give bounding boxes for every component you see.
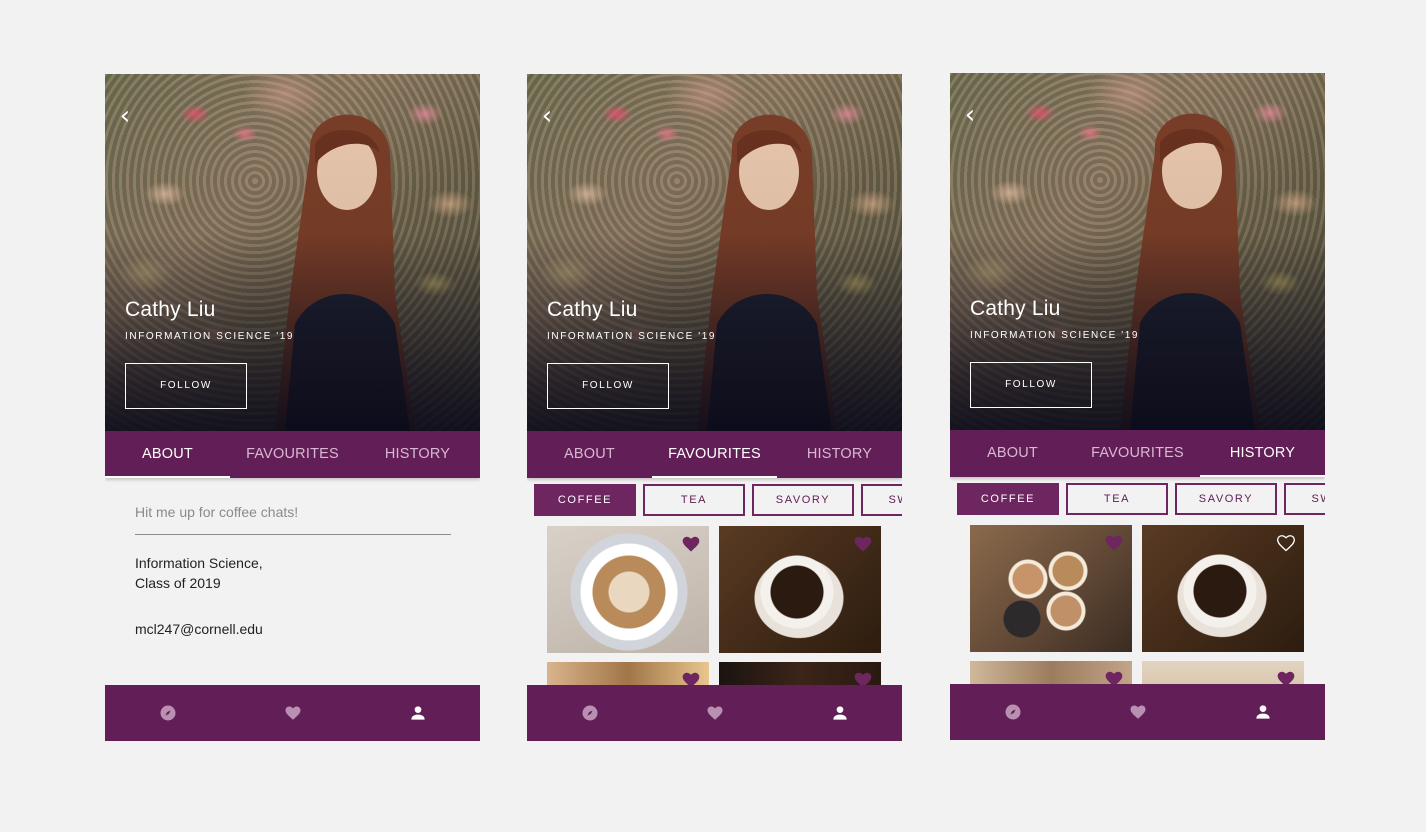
profile-name: Cathy Liu (970, 297, 1061, 320)
person-icon (1255, 705, 1270, 719)
profile-major: INFORMATION SCIENCE '19 (125, 331, 295, 342)
nav-favourites[interactable] (1075, 684, 1200, 740)
back-chevron-icon[interactable]: ‹ (533, 102, 561, 130)
tab-about[interactable]: ABOUT (950, 430, 1075, 477)
profile-screen-about: ‹ Cathy Liu INFORMATION SCIENCE '19 FOLL… (105, 74, 480, 741)
person-icon (410, 706, 425, 720)
nav-explore[interactable] (527, 685, 652, 741)
nav-profile[interactable] (777, 685, 902, 741)
tab-history[interactable]: HISTORY (355, 431, 480, 478)
nav-profile[interactable] (1200, 684, 1325, 740)
nav-explore[interactable] (950, 684, 1075, 740)
chip-coffee[interactable]: COFFEE (534, 484, 636, 516)
chip-savory[interactable]: SAVORY (1175, 483, 1277, 515)
profile-hero: ‹ Cathy Liu INFORMATION SCIENCE '19 FOLL… (105, 74, 480, 431)
bottom-nav (950, 684, 1325, 740)
tab-favourites[interactable]: FAVOURITES (652, 431, 777, 478)
back-chevron-icon[interactable]: ‹ (111, 102, 139, 130)
nav-favourites[interactable] (652, 685, 777, 741)
chip-tea[interactable]: TEA (643, 484, 745, 516)
follow-button[interactable]: FOLLOW (125, 363, 247, 409)
profile-hero: ‹ Cathy Liu INFORMATION SCIENCE '19 FOLL… (527, 74, 902, 431)
tab-about[interactable]: ABOUT (527, 431, 652, 478)
compass-icon (1005, 704, 1020, 720)
tab-history[interactable]: HISTORY (777, 431, 902, 478)
heart-outline-icon[interactable] (1276, 533, 1296, 553)
program-line-1: Information Science, (135, 555, 263, 571)
follow-button[interactable]: FOLLOW (547, 363, 669, 409)
tab-history[interactable]: HISTORY (1200, 430, 1325, 477)
profile-tabs: ABOUT FAVOURITES HISTORY (950, 430, 1325, 477)
profile-major: INFORMATION SCIENCE '19 (547, 331, 717, 342)
heart-filled-icon[interactable] (1104, 533, 1124, 553)
chip-tea[interactable]: TEA (1066, 483, 1168, 515)
heart-filled-icon[interactable] (681, 534, 701, 554)
heart-filled-icon[interactable] (853, 534, 873, 554)
profile-hero: ‹ Cathy Liu INFORMATION SCIENCE '19 FOLL… (950, 73, 1325, 430)
tile-black-coffee[interactable] (1142, 525, 1304, 652)
tab-favourites[interactable]: FAVOURITES (230, 431, 355, 478)
profile-screen-history: ‹ Cathy Liu INFORMATION SCIENCE '19 FOLL… (950, 73, 1325, 740)
bio-text: Hit me up for coffee chats! (135, 504, 299, 520)
tab-favourites[interactable]: FAVOURITES (1075, 430, 1200, 477)
bottom-nav (527, 685, 902, 741)
chip-sweet[interactable]: SWEET (1284, 483, 1325, 515)
heart-icon (707, 706, 722, 720)
chip-savory[interactable]: SAVORY (752, 484, 854, 516)
tile-latte-art[interactable] (547, 526, 709, 653)
profile-name: Cathy Liu (125, 298, 216, 321)
nav-profile[interactable] (355, 685, 480, 741)
tab-about[interactable]: ABOUT (105, 431, 230, 478)
person-icon (832, 706, 847, 720)
about-section: Hit me up for coffee chats! Information … (135, 504, 451, 639)
heart-icon (285, 706, 300, 720)
nav-favourites[interactable] (230, 685, 355, 741)
category-chips: COFFEE TEA SAVORY SWEET (534, 484, 902, 518)
profile-tabs: ABOUT FAVOURITES HISTORY (527, 431, 902, 478)
program-line-2: Class of 2019 (135, 575, 221, 591)
compass-icon (160, 705, 175, 721)
profile-major: INFORMATION SCIENCE '19 (970, 330, 1140, 341)
profile-name: Cathy Liu (547, 298, 638, 321)
profile-tabs: ABOUT FAVOURITES HISTORY (105, 431, 480, 478)
bottom-nav (105, 685, 480, 741)
compass-icon (582, 705, 597, 721)
nav-explore[interactable] (105, 685, 230, 741)
tile-cheers-latte[interactable] (970, 525, 1132, 652)
heart-icon (1130, 705, 1145, 719)
follow-button[interactable]: FOLLOW (970, 362, 1092, 408)
category-chips: COFFEE TEA SAVORY SWEET (957, 483, 1325, 517)
tile-black-coffee[interactable] (719, 526, 881, 653)
back-chevron-icon[interactable]: ‹ (956, 101, 984, 129)
profile-screen-favourites: ‹ Cathy Liu INFORMATION SCIENCE '19 FOLL… (527, 74, 902, 741)
divider (135, 534, 451, 535)
email-text: mcl247@cornell.edu (135, 621, 263, 637)
chip-coffee[interactable]: COFFEE (957, 483, 1059, 515)
chip-sweet[interactable]: SWEET (861, 484, 902, 516)
